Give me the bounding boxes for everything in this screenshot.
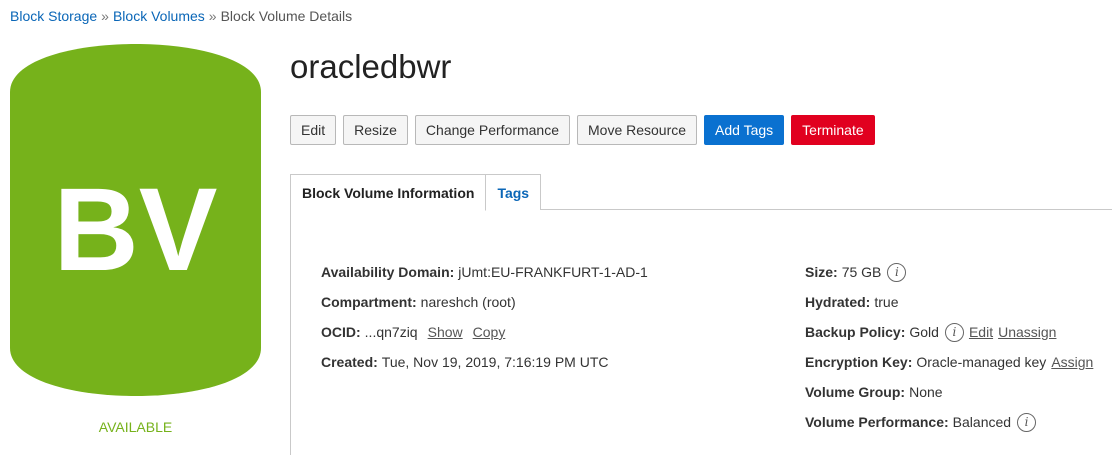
breadcrumb-current: Block Volume Details [220,8,353,24]
field-value: Balanced [952,414,1012,430]
change-performance-button[interactable]: Change Performance [414,115,570,145]
breadcrumb-separator: » [101,8,109,24]
details-right-column: Size: 75 GB i Hydrated: true Backup Poli… [805,257,1093,437]
details-left-column: Availability Domain: jUmt:EU-FRANKFURT-1… [321,257,648,377]
created-row: Created: Tue, Nov 19, 2019, 7:16:19 PM U… [321,347,648,377]
volume-group-row: Volume Group: None [805,377,1093,407]
ocid-copy-link[interactable]: Copy [473,324,506,340]
resize-button[interactable]: Resize [343,115,408,145]
field-value: nareshch (root) [420,294,516,310]
tab-bar: Block Volume Information Tags [290,174,1112,211]
backup-policy-row: Backup Policy: Gold i Edit Unassign [805,317,1093,347]
field-value: Tue, Nov 19, 2019, 7:16:19 PM UTC [381,354,609,370]
field-label: Created: [321,354,378,370]
field-label: Hydrated: [805,294,871,310]
action-toolbar: Edit Resize Change Performance Move Reso… [290,115,875,145]
page-title: oracledbwr [290,48,452,85]
backup-policy-edit-link[interactable]: Edit [969,324,993,340]
field-label: Backup Policy: [805,324,906,340]
encryption-key-assign-link[interactable]: Assign [1051,354,1093,370]
tab-block-volume-information[interactable]: Block Volume Information [290,174,487,211]
status-badge: AVAILABLE [98,419,173,435]
backup-policy-unassign-link[interactable]: Unassign [998,324,1056,340]
field-value: Oracle-managed key [916,354,1047,370]
field-label: Volume Performance: [805,414,949,430]
ocid-show-link[interactable]: Show [428,324,463,340]
ocid-row: OCID: ...qn7ziq Show Copy [321,317,648,347]
field-value: None [909,384,943,400]
breadcrumb-separator: » [208,8,217,24]
field-label: Compartment: [321,294,417,310]
encryption-key-row: Encryption Key: Oracle-managed key Assig… [805,347,1093,377]
volume-performance-row: Volume Performance: Balanced i [805,407,1093,437]
add-tags-button[interactable]: Add Tags [704,115,785,145]
size-row: Size: 75 GB i [805,257,1093,287]
breadcrumb: Block Storage» Block Volumes» Block Volume… [10,8,352,24]
field-value: ...qn7ziq [364,324,418,340]
details-panel: Availability Domain: jUmt:EU-FRANKFURT-1… [290,210,1112,455]
field-value: 75 GB [841,264,882,280]
field-value: jUmt:EU-FRANKFURT-1-AD-1 [458,264,648,280]
compartment-row: Compartment: nareshch (root) [321,287,648,317]
tab-tags[interactable]: Tags [486,174,542,210]
block-volume-icon: BV [10,44,261,396]
availability-domain-row: Availability Domain: jUmt:EU-FRANKFURT-1… [321,257,648,287]
move-resource-button[interactable]: Move Resource [577,115,698,145]
field-label: Size: [805,264,838,280]
field-label: Volume Group: [805,384,906,400]
field-label: Encryption Key: [805,354,913,370]
hydrated-row: Hydrated: true [805,287,1093,317]
field-label: Availability Domain: [321,264,455,280]
field-label: OCID: [321,324,361,340]
terminate-button[interactable]: Terminate [791,115,875,145]
info-icon[interactable]: i [944,322,964,342]
field-value: true [874,294,899,310]
edit-button[interactable]: Edit [290,115,337,145]
breadcrumb-block-volumes-link[interactable]: Block Volumes [113,8,205,24]
breadcrumb-block-storage-link[interactable]: Block Storage [10,8,97,24]
info-icon[interactable]: i [887,262,907,282]
info-icon[interactable]: i [1017,412,1037,432]
resource-icon-text: BV [54,164,218,296]
field-value: Gold [909,324,939,340]
